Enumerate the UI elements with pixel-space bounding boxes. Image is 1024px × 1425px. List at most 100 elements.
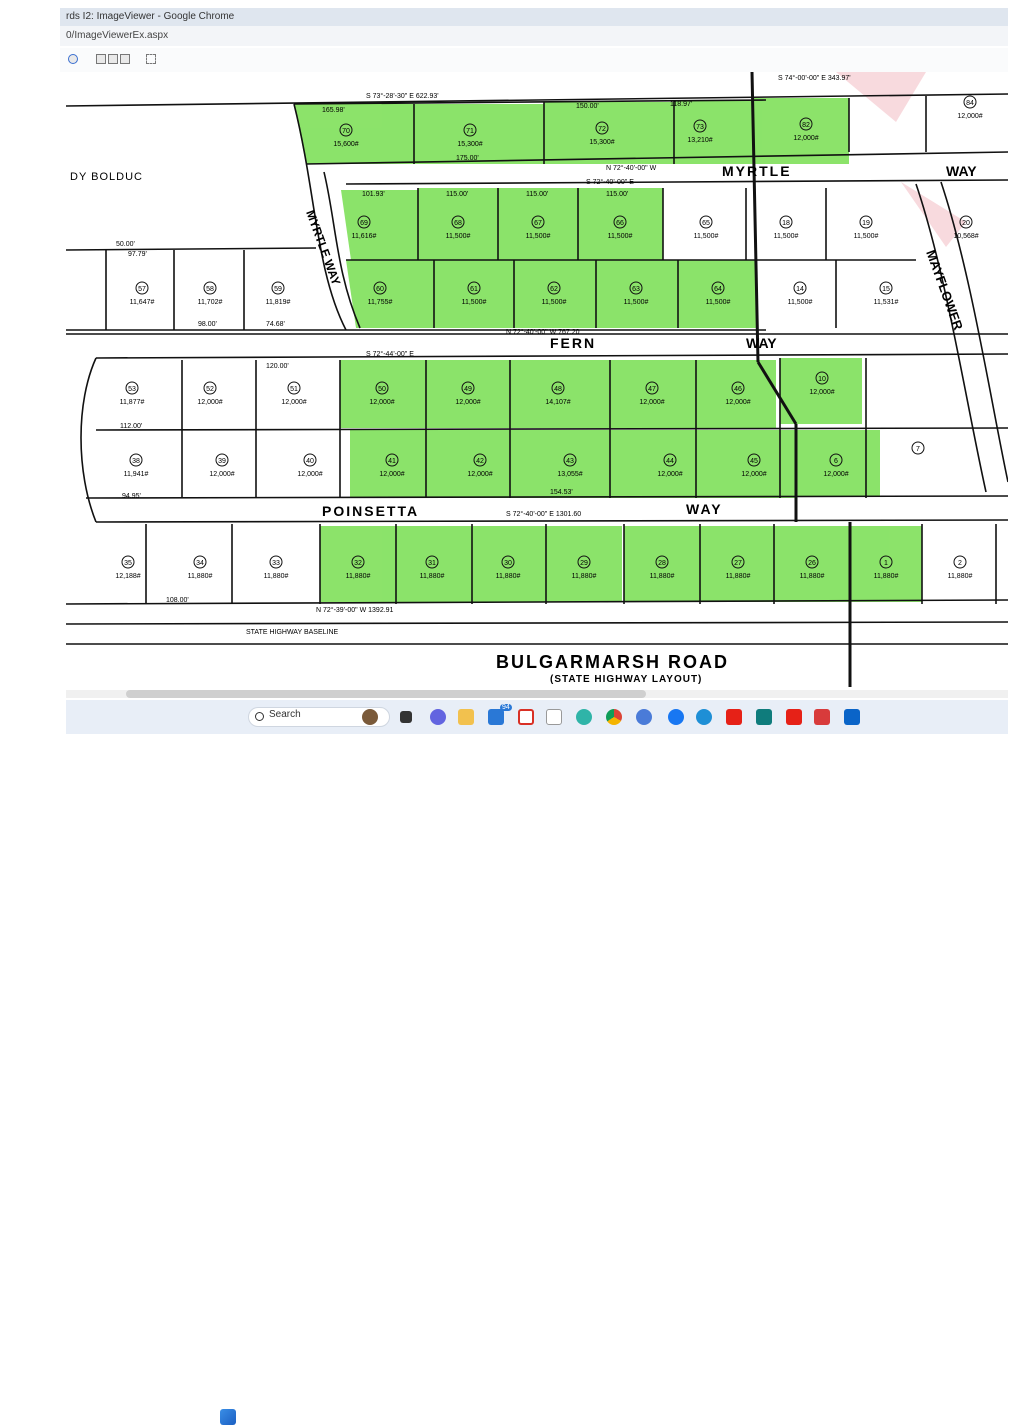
lot-area: 11,819# — [266, 299, 291, 306]
chat-icon[interactable] — [430, 709, 446, 725]
dim-label: 150.00' — [576, 103, 599, 110]
lot-area: 12,000# — [793, 135, 818, 142]
task-view-icon[interactable] — [400, 711, 412, 723]
lot-number: 57 — [138, 286, 146, 293]
youtube-icon[interactable] — [726, 709, 742, 725]
lot-area: 10,568# — [953, 233, 978, 240]
lot-number: 47 — [648, 386, 656, 393]
dim-label: 115.00' — [446, 191, 468, 198]
dim-label: S 72°-40'-00" E — [586, 178, 634, 186]
dim-label: 118.97' — [670, 101, 692, 108]
lot-number: 40 — [306, 458, 314, 465]
lot-number: 41 — [388, 458, 396, 465]
viewer-toolbar — [60, 48, 1008, 72]
lot-area: 12,188# — [115, 573, 140, 580]
lot-number: 62 — [550, 286, 558, 293]
dim-label: N 72°-39'-00" W 1392.91 — [316, 606, 394, 614]
dim-label: 115.00' — [606, 191, 628, 198]
scrollbar-thumb[interactable] — [126, 690, 646, 698]
lot-number: 60 — [376, 286, 384, 293]
edge-icon[interactable] — [576, 709, 592, 725]
lot-number: 10 — [818, 376, 826, 383]
lot-number: 50 — [378, 386, 386, 393]
lot-area: 12,000# — [809, 389, 834, 396]
lot-area: 12,000# — [823, 471, 848, 478]
gmail-icon[interactable] — [518, 709, 534, 725]
lot-number: 48 — [554, 386, 562, 393]
widget-icon[interactable] — [362, 709, 378, 725]
lot-area: 12,000# — [281, 399, 306, 406]
outlook-icon[interactable] — [844, 709, 860, 725]
lot-area: 11,880# — [572, 573, 597, 580]
dim-label: 112.00' — [120, 423, 142, 430]
expand-icon[interactable] — [146, 54, 156, 64]
lot-area: 11,880# — [496, 573, 521, 580]
page-icon[interactable] — [120, 54, 130, 64]
news-icon[interactable] — [814, 709, 830, 725]
street-label: WAY — [946, 163, 977, 179]
lot-area: 11,941# — [124, 471, 149, 478]
windows-start-icon[interactable] — [220, 1409, 236, 1425]
lot-area: 12,000# — [209, 471, 234, 478]
edge-dev-icon[interactable] — [696, 709, 712, 725]
plat-map: 70 15,600# 71 15,300# 72 15,300# 73 13,210# 82 12… — [65, 71, 1009, 692]
address-bar[interactable]: 0/ImageViewerEx.aspx — [60, 26, 1008, 46]
zoom-icon[interactable] — [108, 54, 118, 64]
dim-label: 108.00' — [166, 597, 189, 604]
file-explorer-icon[interactable] — [458, 709, 474, 725]
chrome-icon[interactable] — [606, 709, 622, 725]
search-input[interactable]: Search — [269, 709, 301, 720]
mail-badge: 94 — [500, 704, 512, 711]
neighbor-label: DY BOLDUC — [70, 171, 143, 183]
lot-number: 45 — [750, 458, 758, 465]
lot-area: 11,880# — [346, 573, 371, 580]
lot-area: 11,500# — [542, 299, 567, 306]
lot-number: 35 — [124, 560, 132, 567]
lot-area: 12,000# — [379, 471, 404, 478]
lot-area: 11,500# — [462, 299, 487, 306]
lot-number: 18 — [782, 220, 790, 227]
lot-area: 12,000# — [197, 399, 222, 406]
street-label: WAY — [746, 335, 777, 351]
lot-area: 11,500# — [526, 233, 551, 240]
lot-area: 11,880# — [874, 573, 899, 580]
photos-icon[interactable] — [636, 709, 652, 725]
dim-label: 94.95' — [122, 493, 141, 500]
lot-number: 64 — [714, 286, 722, 293]
lot-area: 12,000# — [369, 399, 394, 406]
street-label: MYRTLE — [722, 163, 792, 179]
lot-area: 11,500# — [706, 299, 731, 306]
lot-area: 12,000# — [467, 471, 492, 478]
lot-area: 11,647# — [130, 299, 155, 306]
dim-label: 120.00' — [266, 363, 289, 370]
lot-number: 20 — [962, 220, 970, 227]
dim-label: N 72°-40'-00" W 767.20 — [506, 328, 580, 336]
mail-icon[interactable] — [488, 709, 504, 725]
dim-label: 101.93' — [362, 191, 385, 198]
facebook-icon[interactable] — [668, 709, 684, 725]
dim-label: S 72°-44'-00" E — [366, 350, 414, 358]
lot-area: 12,000# — [725, 399, 750, 406]
lot-area: 11,500# — [854, 233, 879, 240]
dim-label: 98.00' — [198, 321, 217, 328]
lot-number: 27 — [734, 560, 742, 567]
street-label: WAY — [686, 501, 723, 517]
lot-number: 61 — [470, 286, 478, 293]
sway-icon[interactable] — [756, 709, 772, 725]
amazon-icon[interactable] — [546, 709, 562, 725]
fit-icon[interactable] — [96, 54, 106, 64]
dim-label: S 74°-00'-00" E 343.97' — [778, 74, 851, 82]
dim-label: 154.53' — [550, 489, 573, 496]
lot-number: 65 — [702, 220, 710, 227]
lot-area: 11,500# — [694, 233, 719, 240]
lot-number: 44 — [666, 458, 674, 465]
lot-area: 11,880# — [264, 573, 289, 580]
lot-number: 71 — [466, 128, 474, 135]
lot-number: 73 — [696, 124, 704, 131]
baseline-label: STATE HIGHWAY BASELINE — [246, 629, 339, 636]
lot-area: 15,300# — [457, 141, 482, 148]
youtube2-icon[interactable] — [786, 709, 802, 725]
lot-area: 11,500# — [624, 299, 649, 306]
plat-map-drawing: 7015,600#7115,300#7215,300#7313,210#8212… — [65, 71, 1009, 692]
rotate-icon[interactable] — [68, 54, 78, 64]
